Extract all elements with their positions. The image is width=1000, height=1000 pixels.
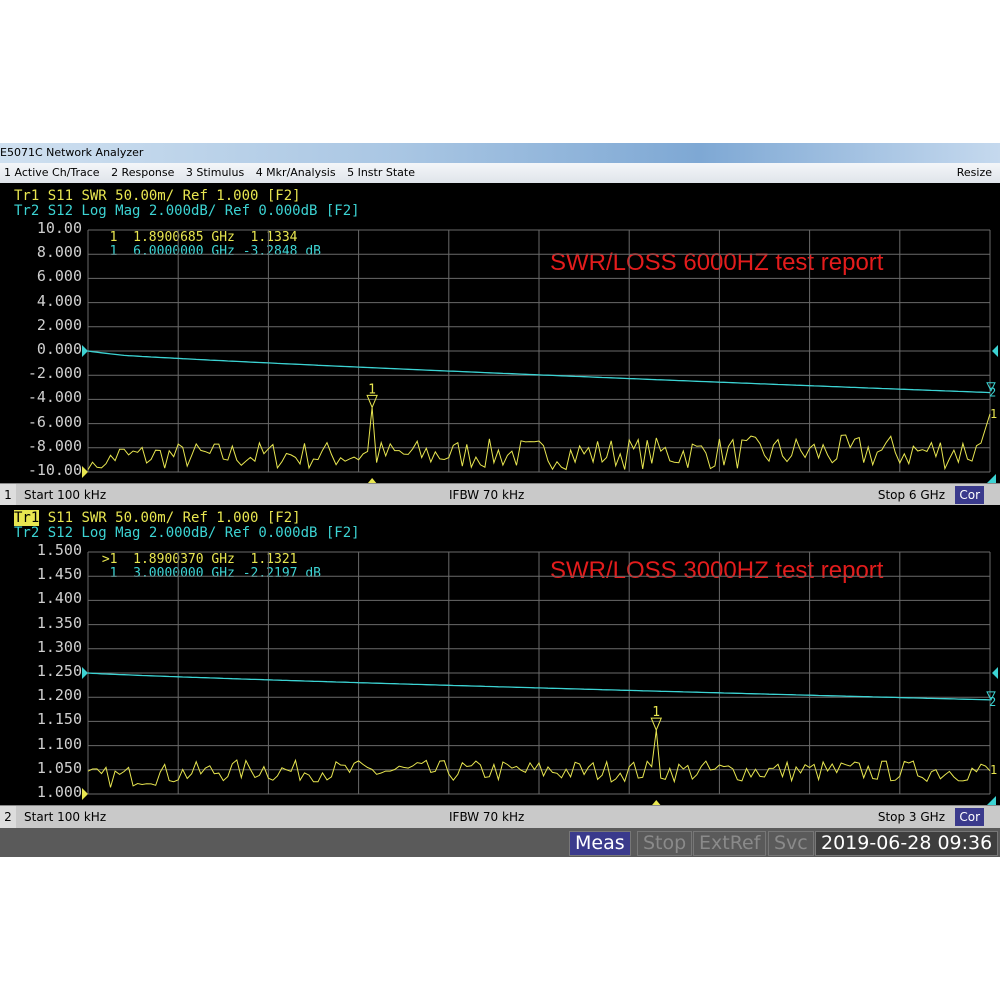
menu-mkr-analysis[interactable]: 4 Mkr/Analysis (256, 166, 336, 179)
scale-corner-icon (987, 474, 996, 483)
channel-2-panel[interactable]: Tr1 S11 SWR 50.00m/ Ref 1.000 [F2] Tr2 S… (0, 505, 1000, 805)
start-frequency[interactable]: Start 100 kHz (24, 484, 106, 506)
datetime: 2019-06-28 09:36 (815, 831, 999, 856)
trace2-ref-right-icon (992, 667, 998, 679)
trace-plot: 1 2 1 (82, 229, 998, 483)
menu-active-ch-trace[interactable]: 1 Active Ch/Trace (4, 166, 100, 179)
window-title-bar: E5071C Network Analyzer (0, 143, 1000, 163)
trace1-ref-icon (82, 466, 88, 478)
marker1-label: 1 (368, 382, 376, 397)
ifbw[interactable]: IFBW 70 kHz (449, 806, 524, 828)
trace1-ref-icon (82, 788, 88, 800)
window-title: E5071C Network Analyzer (0, 146, 144, 159)
status-bar: Meas Stop ExtRef Svc 2019-06-28 09:36 (0, 828, 1000, 857)
channel-1-status-bar: 1 Start 100 kHz IFBW 70 kHz Stop 6 GHz C… (0, 483, 1000, 506)
channel-number[interactable]: 2 (0, 806, 16, 828)
trace1-ref-label: 1 (990, 763, 997, 777)
stop-frequency[interactable]: Stop 3 GHz (878, 806, 945, 828)
trace-plot: 1 2 1 (82, 551, 998, 805)
menu-bar: 1 Active Ch/Trace 2 Response 3 Stimulus … (0, 163, 1000, 184)
correction-indicator: Cor (955, 808, 984, 826)
correction-indicator: Cor (955, 486, 984, 504)
trace2-label: 2 (989, 386, 996, 400)
menu-instr-state[interactable]: 5 Instr State (347, 166, 415, 179)
ifbw[interactable]: IFBW 70 kHz (449, 484, 524, 506)
svc-indicator: Svc (768, 831, 814, 856)
scale-corner-icon (987, 796, 996, 805)
resize-button[interactable]: Resize (957, 163, 992, 183)
meas-indicator: Meas (569, 831, 631, 856)
trace2-ref-icon (82, 345, 88, 357)
marker1-label: 1 (652, 705, 660, 720)
trace2-ref-icon (82, 667, 88, 679)
trace2-label: 2 (989, 695, 996, 709)
menu-response[interactable]: 2 Response (111, 166, 174, 179)
stop-frequency[interactable]: Stop 6 GHz (878, 484, 945, 506)
start-frequency[interactable]: Start 100 kHz (24, 806, 106, 828)
channel-1-panel[interactable]: Tr1 S11 SWR 50.00m/ Ref 1.000 [F2] Tr2 S… (0, 183, 1000, 483)
channel-2-status-bar: 2 Start 100 kHz IFBW 70 kHz Stop 3 GHz C… (0, 805, 1000, 828)
trace2-ref-right-icon (992, 345, 998, 357)
channel-number[interactable]: 1 (0, 484, 16, 506)
trace1-ref-label: 1 (990, 407, 997, 421)
menu-stimulus[interactable]: 3 Stimulus (186, 166, 244, 179)
extref-indicator: ExtRef (693, 831, 767, 856)
stop-indicator: Stop (637, 831, 693, 856)
